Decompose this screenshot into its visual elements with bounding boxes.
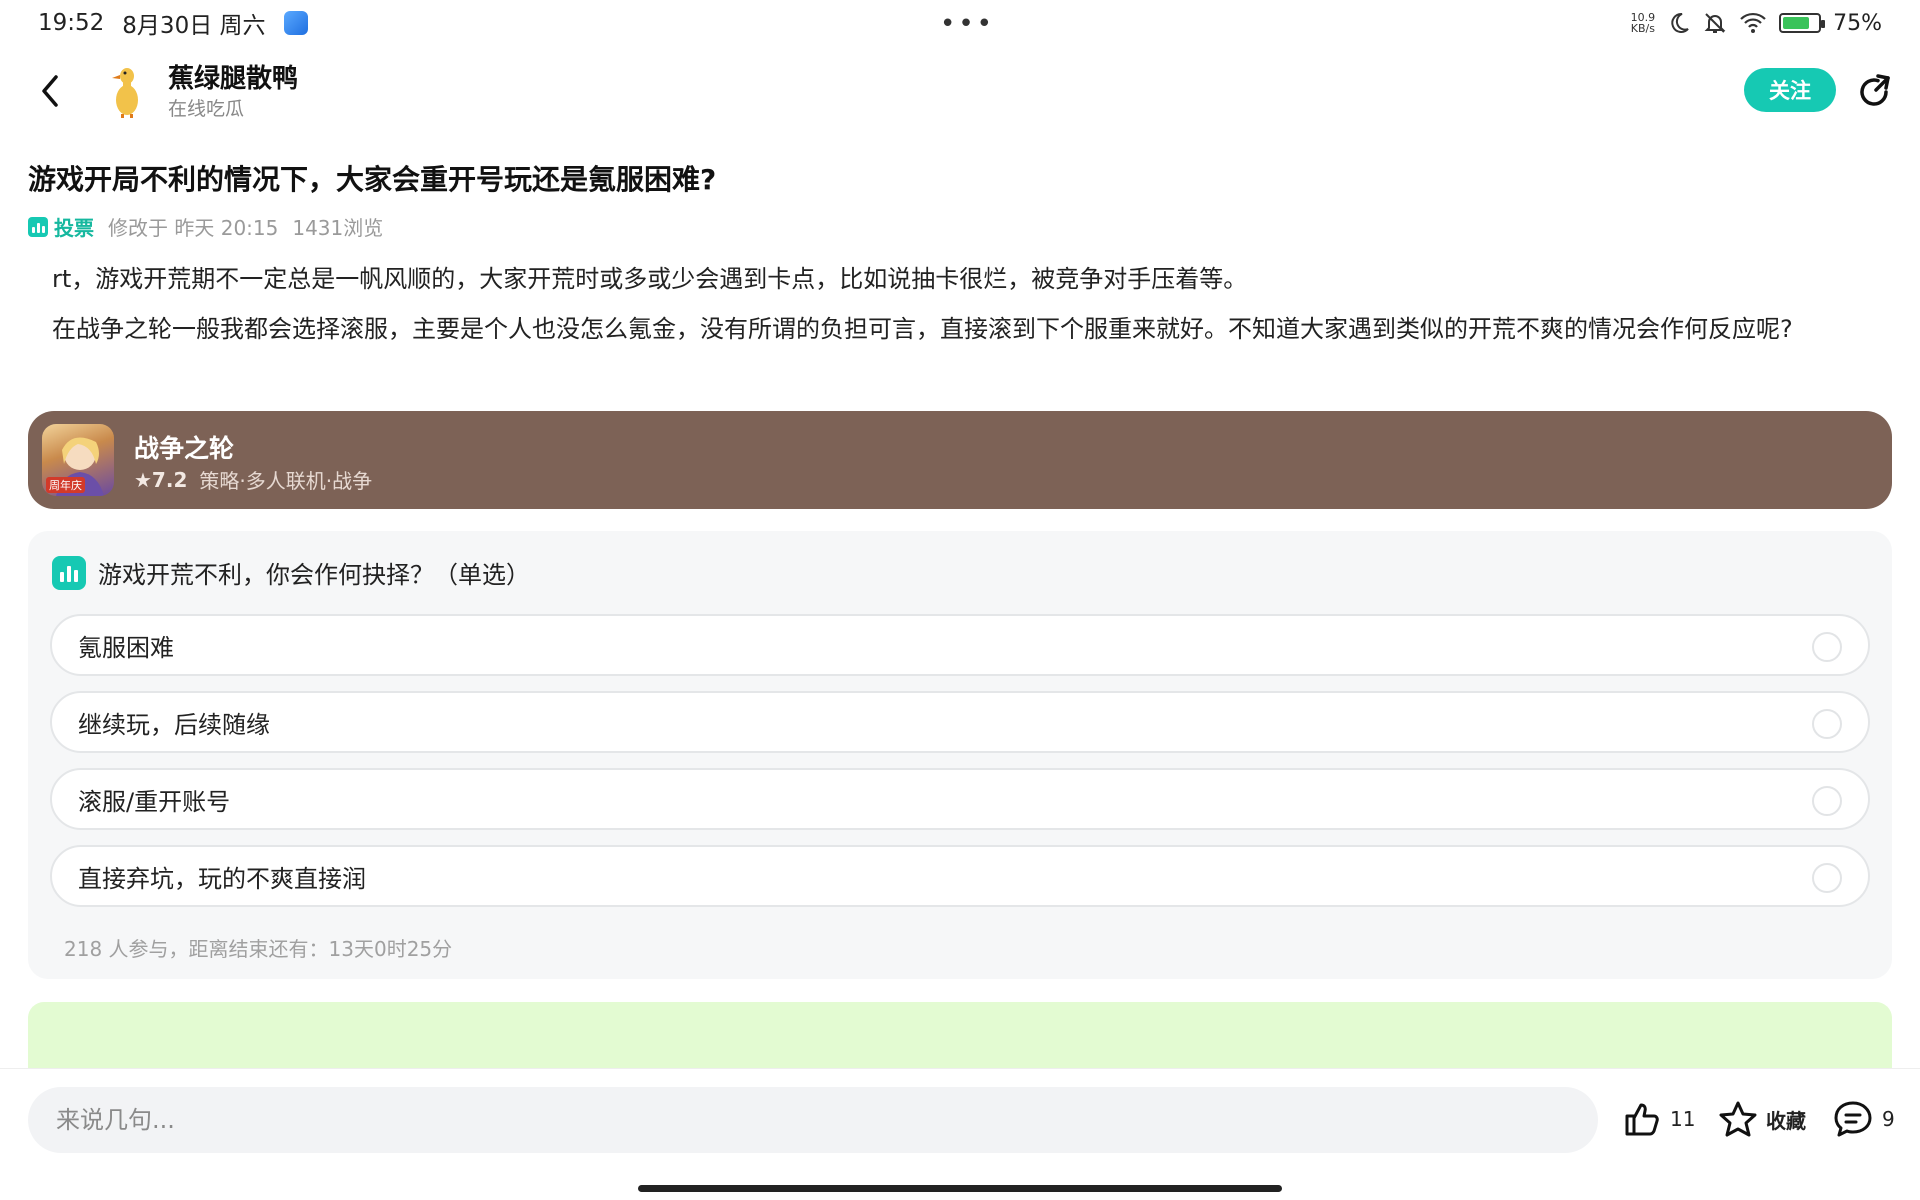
post-paragraph: rt，游戏开荒期不一定总是一帆风顺的，大家开荒时或多或少会遇到卡点，比如说抽卡很… — [52, 265, 1248, 293]
thumbs-up-icon — [1625, 1103, 1659, 1136]
poll-chart-icon — [52, 555, 86, 590]
radio-button[interactable] — [1812, 632, 1842, 662]
anniversary-badge: 周年庆 — [46, 477, 85, 493]
poll-question: 游戏开荒不利，你会作何抉择？（单选） — [98, 561, 530, 589]
game-tags: 策略·多人联机·战争 — [199, 469, 373, 493]
radio-button[interactable] — [1812, 863, 1842, 893]
status-bar: 19:52 8月30日 周六 ••• 10.9 KB/s 75% — [0, 0, 1920, 46]
poll-option[interactable]: 滚服/重开账号 — [50, 768, 1870, 830]
chevron-left-icon — [42, 75, 58, 107]
author-subtitle: 在线吃瓜 — [168, 98, 245, 120]
vote-tag-label: 投票 — [54, 216, 94, 240]
post-detail-page: 19:52 8月30日 周六 ••• 10.9 KB/s 75% 蕉绿腿散鸭 在… — [0, 0, 1920, 1200]
status-date: 8月30日 周六 — [122, 13, 266, 39]
battery-percent: 75% — [1833, 10, 1882, 36]
bottom-action-bar: 11 收藏 9 — [0, 1068, 1920, 1200]
author-name[interactable]: 蕉绿腿散鸭 — [168, 58, 298, 95]
radio-button[interactable] — [1812, 709, 1842, 739]
post-header: 蕉绿腿散鸭 在线吃瓜 关注 — [0, 56, 1920, 126]
battery-cap — [1821, 20, 1826, 28]
post-modified: 修改于 昨天 20:15 — [108, 216, 279, 240]
poll-card: 游戏开荒不利，你会作何抉择？（单选） 氪服困难 继续玩，后续随缘 滚服/重开账号… — [28, 531, 1892, 979]
poll-option-label: 继续玩，后续随缘 — [78, 710, 270, 739]
post-title: 游戏开局不利的情况下，大家会重开号玩还是氪服困难? — [28, 163, 717, 196]
poll-option-label: 氪服困难 — [78, 633, 174, 662]
share-button[interactable] — [1852, 68, 1898, 114]
comment-count: 9 — [1882, 1107, 1895, 1131]
like-count: 11 — [1670, 1107, 1696, 1131]
poll-option-label: 直接弃坑，玩的不爽直接润 — [78, 864, 366, 893]
game-score: ★7.2 — [134, 467, 188, 492]
share-icon — [1860, 74, 1890, 106]
radio-button[interactable] — [1812, 786, 1842, 816]
post-views: 1431浏览 — [292, 216, 384, 240]
status-time: 19:52 — [38, 10, 105, 36]
poll-option[interactable]: 继续玩，后续随缘 — [50, 691, 1870, 753]
favorite-label: 收藏 — [1766, 1108, 1806, 1133]
game-card[interactable]: 周年庆 战争之轮 ★7.2 策略·多人联机·战争 — [28, 411, 1892, 509]
poll-header: 游戏开荒不利，你会作何抉择？（单选） — [52, 555, 530, 590]
battery-fill — [1783, 17, 1810, 29]
net-speed-unit: KB/s — [1630, 22, 1655, 35]
comment-button[interactable]: 9 — [1832, 1099, 1895, 1139]
poll-option[interactable]: 直接弃坑，玩的不爽直接润 — [50, 845, 1870, 907]
game-icon: 周年庆 — [42, 424, 114, 496]
comment-input[interactable] — [28, 1087, 1598, 1153]
status-right: 10.9 KB/s 75% — [1631, 11, 1882, 36]
game-meta: ★7.2 策略·多人联机·战争 — [134, 465, 372, 494]
poll-chart-icon — [28, 216, 48, 237]
game-name: 战争之轮 — [134, 434, 235, 463]
follow-button[interactable]: 关注 — [1744, 68, 1836, 112]
favorite-button[interactable]: 收藏 — [1718, 1099, 1806, 1139]
like-button[interactable]: 11 — [1622, 1099, 1695, 1139]
poll-option-label: 滚服/重开账号 — [78, 787, 231, 816]
status-left: 19:52 8月30日 周六 — [38, 6, 308, 40]
battery-icon — [1779, 13, 1826, 33]
duck-icon — [112, 68, 138, 118]
comment-icon — [1834, 1101, 1872, 1137]
author-avatar[interactable] — [94, 58, 158, 122]
post-paragraph: 在战争之轮一般我都会选择滚服，主要是个人也没怎么氪金，没有所谓的负担可言，直接滚… — [52, 315, 1793, 343]
window-menu-dots[interactable]: ••• — [940, 9, 995, 39]
app-notification-icon — [283, 11, 308, 35]
moon-icon — [1671, 12, 1689, 33]
poll-option[interactable]: 氪服困难 — [50, 614, 1870, 676]
star-icon — [1719, 1101, 1757, 1137]
wifi-icon — [1740, 12, 1766, 33]
bell-off-icon — [1704, 13, 1726, 33]
back-button[interactable] — [30, 66, 70, 116]
home-indicator[interactable] — [638, 1185, 1282, 1192]
net-speed: 10.9 KB/s — [1631, 12, 1656, 34]
post-body: rt，游戏开荒期不一定总是一帆风顺的，大家开荒时或多或少会遇到卡点，比如说抽卡很… — [28, 254, 1892, 354]
vote-tag[interactable]: 投票 — [28, 212, 94, 241]
poll-footer: 218 人参与，距离结束还有：13天0时25分 — [64, 937, 453, 961]
post-meta: 投票 修改于 昨天 20:15 1431浏览 — [28, 212, 383, 241]
